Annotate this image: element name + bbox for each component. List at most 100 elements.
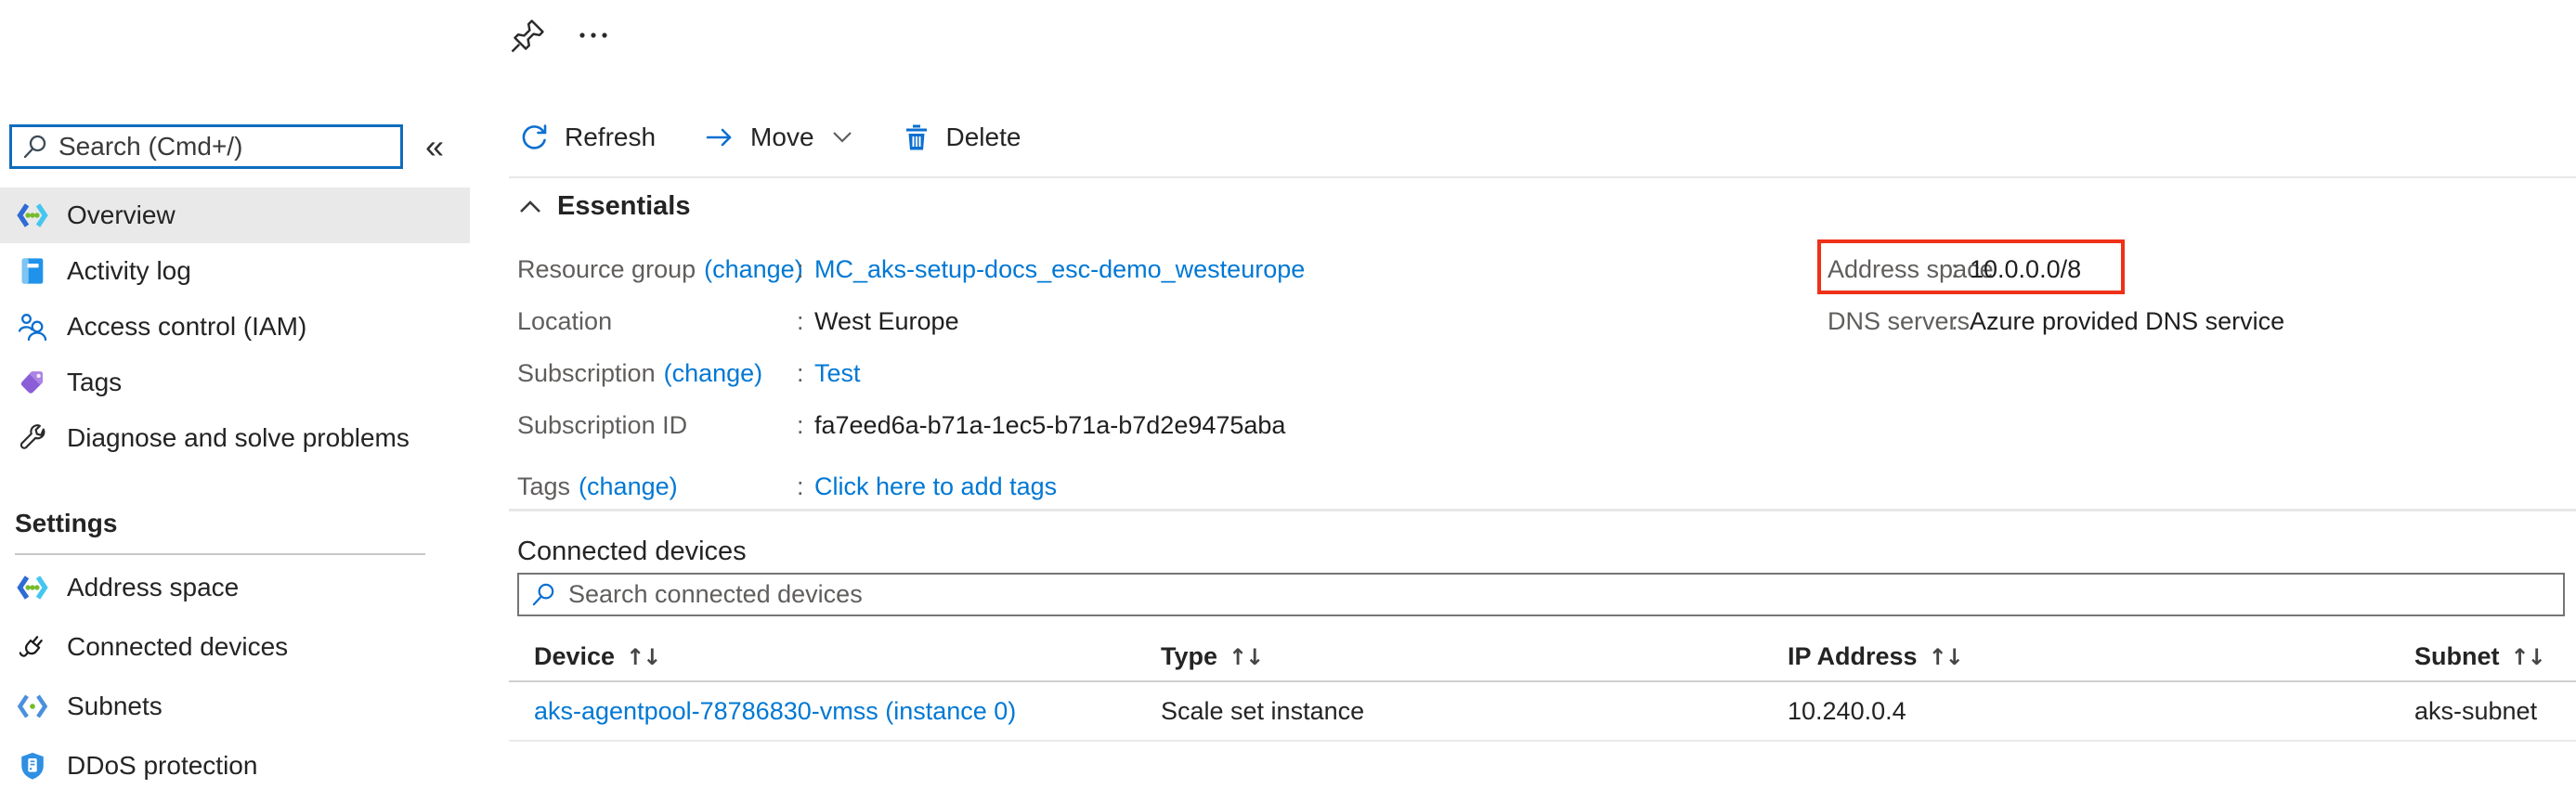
delete-label: Delete [946,123,1021,152]
location-value: West Europe [814,307,1305,336]
sidebar-item-subnets[interactable]: Subnets [0,677,470,736]
sort-arrows-icon: ↑↓ [1929,644,1962,670]
section-divider [509,509,2576,511]
ddos-shield-icon [15,750,50,782]
essentials-row-location: Location : West Europe [517,295,1305,347]
wrench-icon [15,423,50,453]
sidebar-item-label: Address space [67,573,239,602]
sidebar-item-label: Access control (IAM) [67,312,306,342]
refresh-icon [518,122,550,153]
colon: : [797,307,814,336]
azure-portal-vnet-overview: aks-vnet-78786830 Virtual network « [0,0,2576,789]
resource-group-label: Resource group [517,255,696,284]
sidebar-item-label: Tags [67,368,122,397]
connected-devices-table: Device↑↓ Type↑↓ IP Address↑↓ Subnet↑↓ ak… [509,633,2576,742]
search-icon [21,133,49,161]
resource-group-change-link[interactable]: (change) [704,255,803,284]
essentials-title: Essentials [557,191,690,222]
subscription-value-link[interactable]: Test [814,359,1305,388]
sidebar-item-activity-log[interactable]: Activity log [0,243,470,299]
connected-devices-heading: Connected devices [517,537,747,567]
sidebar-item-tags[interactable]: Tags [0,355,470,410]
dns-servers-value: Azure provided DNS service [1970,307,2284,336]
colon: : [1951,307,1970,336]
device-link[interactable]: aks-agentpool-78786830-vmss (instance 0) [534,697,1161,726]
dns-servers-label: DNS servers [1828,307,1970,336]
move-button[interactable]: Move [704,123,852,152]
essentials-row-resource-group: Resource group (change) : MC_aks-setup-do… [517,243,1305,295]
sidebar-item-label: Diagnose and solve problems [67,423,410,453]
essentials-row-subscription-id: Subscription ID : fa7eed6a-b71a-1ec5-b71… [517,399,1305,451]
essentials-right-column: Address space : 10.0.0.0/8 DNS servers :… [1828,243,2284,347]
settings-group-header: Settings [15,509,117,538]
virtual-network-icon [15,201,50,229]
subnets-icon [15,692,50,720]
tags-label: Tags [517,472,570,501]
address-space-value: 10.0.0.0/8 [1970,255,2284,284]
sidebar-item-ddos-protection[interactable]: DDoS protection [0,736,470,789]
plug-icon [15,631,50,663]
connected-devices-search-input[interactable] [568,580,2563,609]
trash-icon [902,123,931,152]
essentials-row-dns-servers: DNS servers : Azure provided DNS service [1828,295,2284,347]
sidebar-search-input[interactable] [59,132,400,162]
collapse-menu-chevron[interactable]: « [425,126,444,167]
add-tags-link[interactable]: Click here to add tags [814,472,1305,501]
colon: : [1951,255,1970,284]
colon: : [797,255,814,284]
overview-blade: Refresh Move [509,0,2576,789]
delete-button[interactable]: Delete [902,123,1021,152]
sidebar-item-overview[interactable]: Overview [0,188,470,243]
settings-group: Address space Connected devices [0,558,470,789]
sidebar-item-connected-devices[interactable]: Connected devices [0,617,470,677]
sort-arrows-icon: ↑↓ [1229,644,1262,670]
sidebar-nav: Overview Activity log [0,188,470,466]
chevron-down-icon [831,130,853,145]
sidebar-item-access-control[interactable]: Access control (IAM) [0,299,470,355]
sidebar-search-box[interactable] [9,124,403,169]
sidebar-item-label: DDoS protection [67,751,257,781]
colon: : [797,472,814,501]
essentials-row-tags: Tags (change) : Click here to add tags [517,460,1305,512]
device-subnet-cell: aks-subnet [2414,697,2576,726]
move-arrow-icon [704,123,735,152]
resource-menu-sidebar: « Overview [0,0,470,789]
toolbar-divider [509,176,2576,178]
sidebar-item-label: Activity log [67,256,191,286]
location-label: Location [517,307,612,336]
sidebar-item-label: Overview [67,200,176,230]
sidebar-item-label: Subnets [67,692,163,721]
tags-change-link[interactable]: (change) [579,472,678,501]
essentials-toggle[interactable]: Essentials [518,191,690,222]
resource-group-value-link[interactable]: MC_aks-setup-docs_esc-demo_westeurope [814,255,1305,284]
refresh-button[interactable]: Refresh [518,122,656,153]
subscription-label: Subscription [517,359,656,388]
chevron-up-icon [518,199,542,214]
sidebar-item-label: Connected devices [67,632,288,662]
tags-icon [15,368,50,397]
activity-log-icon [15,255,50,287]
essentials-left-column: Resource group (change) : MC_aks-setup-do… [517,243,1305,512]
sidebar-item-diagnose[interactable]: Diagnose and solve problems [0,410,470,466]
sidebar-item-address-space[interactable]: Address space [0,558,470,617]
sort-arrows-icon: ↑↓ [2511,644,2544,670]
subscription-change-link[interactable]: (change) [664,359,763,388]
move-label: Move [750,123,813,152]
essentials-row-subscription: Subscription (change) : Test [517,347,1305,399]
command-bar: Refresh Move [518,115,1069,160]
column-header-type[interactable]: Type↑↓ [1161,642,1788,671]
table-header-row: Device↑↓ Type↑↓ IP Address↑↓ Subnet↑↓ [509,633,2576,682]
column-header-ip-address[interactable]: IP Address↑↓ [1788,642,2414,671]
device-ip-cell: 10.240.0.4 [1788,697,2414,726]
colon: : [797,359,814,388]
device-type-cell: Scale set instance [1161,697,1788,726]
connected-devices-search-box[interactable] [517,573,2565,616]
subscription-id-label: Subscription ID [517,411,687,440]
column-header-subnet[interactable]: Subnet↑↓ [2414,642,2576,671]
search-icon [530,581,557,608]
refresh-label: Refresh [565,123,656,152]
colon: : [797,411,814,440]
access-control-icon [15,311,50,343]
column-header-device[interactable]: Device↑↓ [534,642,1161,671]
settings-divider [15,553,425,555]
